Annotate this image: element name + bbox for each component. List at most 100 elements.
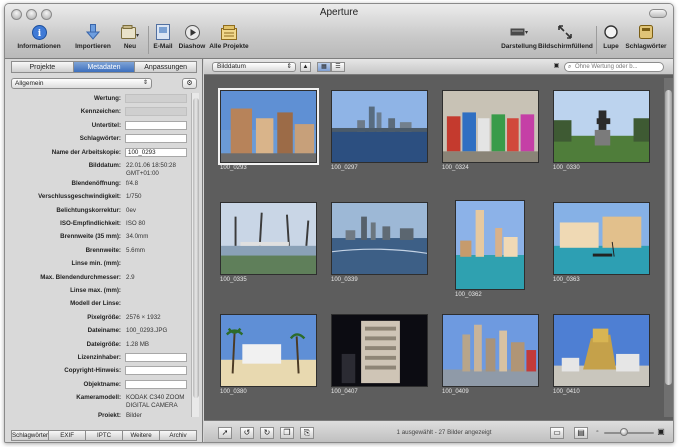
keywords-tag-icon [637, 24, 655, 40]
photo-thumbnail[interactable] [331, 202, 428, 275]
stack-icon[interactable]: ❐ [280, 427, 294, 439]
viewer-icon[interactable]: ▤ [574, 427, 588, 439]
metadata-field[interactable]: 100_0293 [125, 147, 187, 157]
tab-iptc[interactable]: IPTC [85, 430, 123, 441]
metadata-field[interactable] [125, 353, 187, 362]
metadata-row: Linse min. (mm): [11, 260, 189, 272]
search-input[interactable]: ⌕ Ohne Wertung oder b... [564, 62, 664, 72]
info-button[interactable]: i Informationen [15, 24, 63, 50]
image-thumbnail-cell[interactable]: 100_0380 [217, 312, 327, 424]
metadata-value: 5.6mm [126, 246, 145, 254]
metadata-row: Belichtungskorrektur: 0ev [11, 207, 189, 219]
info-toggle-icon[interactable]: ▭ [550, 427, 564, 439]
rotate-left-icon[interactable]: ↺ [240, 427, 254, 439]
photo-thumbnail[interactable] [220, 202, 317, 275]
image-thumbnail-cell[interactable]: 100_0324 [439, 88, 549, 200]
gear-icon[interactable]: ⚙ [182, 78, 197, 89]
sort-direction-button[interactable]: ▲ [300, 62, 311, 72]
new-button[interactable]: Neu [115, 24, 145, 50]
image-thumbnail-cell[interactable]: 100_0293 [217, 88, 327, 200]
metadata-row: Schlagwörter: [11, 134, 189, 147]
photo-thumbnail[interactable] [553, 314, 650, 387]
image-thumbnail-cell[interactable]: 100_0339 [328, 200, 438, 312]
photo-thumbnail[interactable] [218, 88, 319, 165]
metadata-field[interactable] [125, 366, 187, 376]
sort-select[interactable]: Bilddatum ⇕ [212, 62, 296, 72]
metadata-value: Bilder [126, 412, 142, 417]
image-thumbnail-cell[interactable]: 100_0363 [550, 200, 660, 312]
import-button[interactable]: Importieren [71, 24, 115, 50]
image-thumbnail-cell[interactable]: 100_0410 [550, 312, 660, 424]
select-tool-icon[interactable]: ➚ [218, 427, 232, 439]
photo-thumbnail[interactable] [553, 202, 650, 275]
popup-arrows-icon: ⇕ [142, 80, 148, 86]
metadata-fields: Wertung: Kennzeichen: Untertitel: Schlagwör… [11, 93, 189, 417]
photo-thumbnail[interactable] [442, 90, 539, 163]
email-button[interactable]: E-Mail [151, 24, 175, 50]
list-view-icon[interactable]: ☰ [331, 62, 345, 72]
image-thumbnail-cell[interactable]: 100_0362 [439, 200, 549, 312]
image-thumbnail-cell[interactable]: 100_0409 [439, 312, 549, 424]
all-projects-button[interactable]: Alle Projekte [208, 24, 250, 50]
inspector-panel: Projekte Metadaten Anpassungen Allgemein… [5, 59, 203, 442]
zoom-slider[interactable] [604, 432, 654, 434]
keywords-button[interactable]: Schlagwörter [623, 24, 669, 50]
photo-thumbnail[interactable] [553, 90, 650, 163]
grid-scrollbar[interactable] [664, 78, 673, 417]
metadata-label: Pixelgröße: [87, 313, 121, 321]
metadata-label: ISO-Empfindlichkeit: [60, 220, 121, 227]
tab-metadata[interactable]: Metadaten [72, 61, 135, 73]
metadata-row: Pixelgröße: 2576 × 1932 [11, 314, 189, 326]
metadata-field[interactable] [125, 120, 187, 130]
photo-thumbnail[interactable] [331, 314, 428, 387]
photo-thumbnail[interactable] [331, 90, 428, 163]
image-thumbnail-cell[interactable]: 100_0407 [328, 312, 438, 424]
lift-stamp-icon[interactable]: ⎘ [300, 427, 314, 439]
metadata-label: Bilddatum: [88, 162, 121, 169]
image-caption: 100_0363 [553, 277, 580, 283]
fullscreen-button[interactable]: Bildschirmfüllend [538, 24, 593, 50]
metadata-label: Belichtungskorrektur: [56, 206, 121, 214]
metadata-label: Objektname: [83, 380, 121, 388]
loupe-button[interactable]: Lupe [601, 24, 621, 50]
tab-projects[interactable]: Projekte [11, 61, 73, 73]
new-project-icon [121, 24, 139, 40]
tab-exif[interactable]: EXIF [48, 430, 86, 441]
grid-scroll-thumb[interactable] [665, 90, 672, 385]
tab-other[interactable]: Weitere [122, 430, 160, 441]
rotate-right-icon[interactable]: ↻ [260, 427, 274, 439]
metadata-scrollbar[interactable] [191, 93, 199, 417]
zoom-slider-knob[interactable] [620, 428, 628, 436]
metadata-field[interactable] [125, 94, 187, 103]
metadata-label: Lizenzinhaber: [77, 354, 121, 361]
filter-icon[interactable]: ▣ [551, 62, 562, 72]
metadata-scroll-thumb[interactable] [193, 98, 199, 398]
metadata-label: Dateigröße: [86, 340, 121, 348]
tab-archive[interactable]: Archiv [159, 430, 197, 441]
photo-thumbnail[interactable] [442, 314, 539, 387]
slideshow-button[interactable]: Diashow [177, 24, 207, 50]
tab-adjustments[interactable]: Anpassungen [134, 61, 198, 73]
tab-keywords[interactable]: Schlagwörter [11, 430, 49, 441]
metadata-label: Name der Arbeitskopie: [51, 148, 121, 156]
metadata-field[interactable] [125, 134, 187, 144]
image-caption: 100_0335 [220, 277, 247, 283]
metadata-field[interactable] [125, 107, 187, 117]
display-mode-icon [510, 24, 528, 40]
image-caption: 100_0407 [331, 389, 358, 395]
svg-text:i: i [37, 29, 41, 39]
image-thumbnail-cell[interactable]: 100_0297 [328, 88, 438, 200]
metadata-label: Brennweite (35 mm): [60, 233, 121, 241]
display-button[interactable]: Darstellung [500, 24, 538, 50]
metadata-label: Wertung: [93, 95, 121, 102]
image-caption: 100_0293 [220, 165, 247, 171]
metadata-row: Blendenöffnung: f/4.8 [11, 180, 189, 192]
metadata-preset-select[interactable]: Allgemein ⇕ [11, 78, 152, 89]
image-thumbnail-cell[interactable]: 100_0330 [550, 88, 660, 200]
photo-thumbnail[interactable] [220, 314, 317, 387]
image-thumbnail-cell[interactable]: 100_0335 [217, 200, 327, 312]
metadata-field[interactable] [125, 379, 187, 389]
photo-thumbnail[interactable] [455, 200, 525, 290]
toolbar-toggle-button[interactable] [649, 9, 667, 18]
grid-view-icon[interactable]: ▦ [317, 62, 331, 72]
